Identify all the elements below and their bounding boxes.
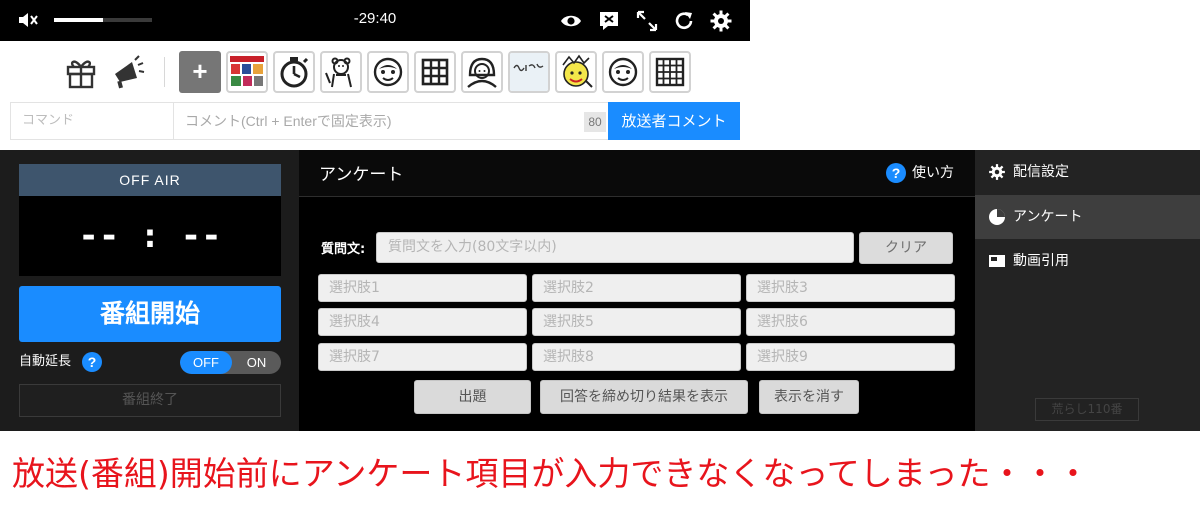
end-program-button[interactable]: 番組終了 (19, 384, 281, 417)
svg-text:?: ? (88, 354, 97, 370)
menu-item-video-quote[interactable]: 動画引用 (975, 239, 1200, 283)
sticker-face[interactable] (367, 51, 409, 93)
help-icon[interactable]: ? (82, 352, 102, 372)
question-label: 質問文: (321, 242, 366, 257)
choice-input[interactable]: 選択肢7 (318, 343, 527, 371)
gift-icon[interactable] (61, 52, 101, 92)
sticker-grid-2[interactable] (649, 51, 691, 93)
gear-icon (989, 164, 1005, 180)
comment-close-icon[interactable] (597, 9, 621, 33)
fullscreen-icon[interactable] (635, 9, 659, 33)
auto-extend-toggle[interactable]: OFF ON (180, 351, 281, 374)
broadcast-status-panel: OFF AIR -- : -- 番組開始 自動延長 ? OFF ON 番組終了 (0, 150, 299, 431)
svg-text:?: ? (892, 165, 901, 181)
air-status-label: OFF AIR (19, 164, 281, 196)
volume-fill (54, 18, 103, 22)
survey-title: アンケート (319, 165, 404, 185)
char-limit-badge: 80 (584, 112, 606, 132)
toggle-off-option[interactable]: OFF (180, 351, 232, 374)
hide-display-button[interactable]: 表示を消す (759, 380, 859, 414)
comment-bar: コマンド コメント(Ctrl + Enterで固定表示) 80 放送者コメント (10, 102, 740, 140)
time-remaining: -29:40 (353, 10, 397, 27)
sticker-face-2[interactable] (602, 51, 644, 93)
side-menu: 配信設定 アンケート 動画引用 荒らし110番 (975, 150, 1200, 431)
help-icon[interactable]: ? (886, 163, 906, 183)
clear-button[interactable]: クリア (859, 232, 953, 264)
howto-link[interactable]: 使い方 (912, 162, 954, 182)
report-troll-button[interactable]: 荒らし110番 (1035, 398, 1139, 421)
sticker-person[interactable] (461, 51, 503, 93)
elapsed-clock: -- : -- (19, 196, 281, 276)
video-quote-icon (989, 255, 1005, 267)
menu-item-broadcast-settings[interactable]: 配信設定 (975, 150, 1200, 194)
choice-input[interactable]: 選択肢3 (746, 274, 955, 302)
volume-slider[interactable] (54, 18, 152, 22)
command-input[interactable]: コマンド (11, 103, 174, 139)
close-survey-button[interactable]: 回答を締め切り結果を表示 (540, 380, 748, 414)
question-input[interactable]: 質問文を入力(80文字以内) (376, 232, 854, 263)
pie-chart-icon (989, 209, 1005, 225)
choice-input[interactable]: 選択肢2 (532, 274, 741, 302)
toggle-on-option[interactable]: ON (232, 351, 281, 374)
auto-extend-label: 自動延長 (19, 354, 72, 369)
megaphone-icon[interactable] (106, 52, 146, 92)
start-program-button[interactable]: 番組開始 (19, 286, 281, 342)
eye-icon[interactable] (559, 9, 583, 33)
menu-label: アンケート (1013, 209, 1083, 225)
reload-icon[interactable] (672, 9, 696, 33)
player-bar: -29:40 (0, 0, 750, 41)
comment-input[interactable]: コメント(Ctrl + Enterで固定表示) (175, 103, 581, 139)
sticker-bear[interactable] (320, 51, 362, 93)
choice-input[interactable]: 選択肢6 (746, 308, 955, 336)
sticker-timer[interactable] (273, 51, 315, 93)
annotation-caption: 放送(番組)開始前にアンケート項目が入力できなくなってしまった・・・ (12, 454, 1090, 493)
choice-input[interactable]: 選択肢1 (318, 274, 527, 302)
menu-label: 動画引用 (1013, 253, 1069, 269)
sticker-character[interactable] (555, 51, 597, 93)
broadcaster-comment-button[interactable]: 放送者コメント (608, 102, 740, 140)
ask-button[interactable]: 出題 (414, 380, 531, 414)
sticker-collage[interactable] (226, 51, 268, 93)
add-sticker-button[interactable]: + (179, 51, 221, 93)
screenshot-root: -29:40 + コマンド コメント(Ctrl + Enterで固定表示) 80… (0, 0, 1200, 506)
toolbar-separator (164, 57, 165, 87)
sticker-grid[interactable] (414, 51, 456, 93)
menu-item-survey[interactable]: アンケート (975, 195, 1200, 239)
survey-header: アンケート ? 使い方 (299, 150, 975, 197)
choice-input[interactable]: 選択肢9 (746, 343, 955, 371)
choice-input[interactable]: 選択肢8 (532, 343, 741, 371)
choice-input[interactable]: 選択肢4 (318, 308, 527, 336)
gear-icon[interactable] (709, 9, 733, 33)
mute-icon[interactable] (17, 10, 41, 30)
survey-panel: アンケート ? 使い方 質問文: 質問文を入力(80文字以内) クリア 選択肢1… (299, 150, 975, 431)
control-panel: OFF AIR -- : -- 番組開始 自動延長 ? OFF ON 番組終了 … (0, 150, 1200, 431)
sticker-handwriting[interactable] (508, 51, 550, 93)
choice-input[interactable]: 選択肢5 (532, 308, 741, 336)
menu-label: 配信設定 (1013, 164, 1069, 180)
